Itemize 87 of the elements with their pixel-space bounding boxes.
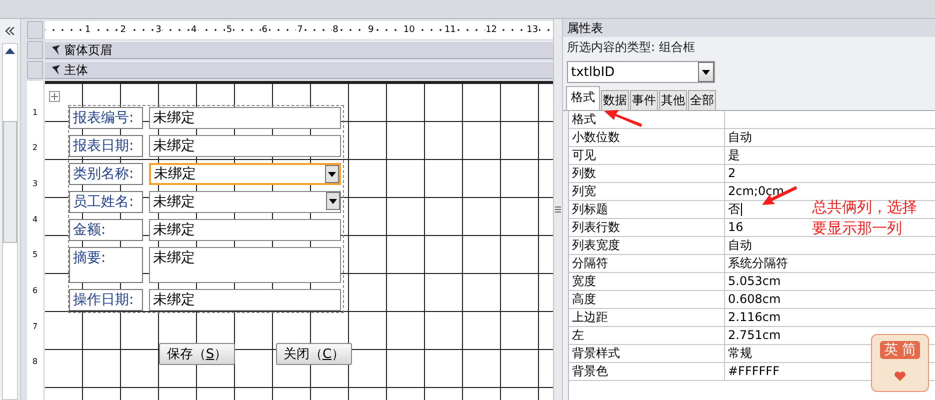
field-label: 金额: (69, 219, 143, 241)
section-header-bar[interactable]: 主体 (45, 61, 553, 79)
ruler-number: 1 (32, 108, 38, 118)
ruler-number: 3 (32, 179, 38, 190)
ruler-number: 8 (332, 25, 340, 35)
tab[interactable]: 数据 (601, 90, 629, 110)
combo-box[interactable]: 未绑定 (149, 191, 341, 213)
property-name: 列宽 (569, 183, 725, 200)
tab[interactable]: 全部 (688, 90, 716, 110)
text-box[interactable]: 未绑定 (149, 107, 341, 129)
ruler-number: 8 (32, 357, 38, 368)
command-button[interactable]: 关闭（C） (276, 343, 352, 365)
tab[interactable]: 事件 (630, 90, 658, 110)
field-label: 类别名称: (69, 163, 143, 185)
property-name: 列表行数 (569, 219, 725, 236)
property-name: 背景色 (569, 363, 725, 380)
property-value[interactable]: 系统分隔符 (728, 255, 788, 272)
scrollbar[interactable] (2, 43, 18, 400)
ruler-number: 10 (402, 25, 416, 35)
tab[interactable]: 格式 (566, 86, 600, 110)
property-value[interactable]: 16 (728, 219, 744, 236)
tab[interactable]: 其他 (659, 90, 687, 110)
selection-type-text: 所选内容的类型: 组合框 (566, 39, 696, 56)
property-value[interactable]: 2.116cm (728, 309, 781, 326)
ruler-number: 3 (154, 25, 162, 35)
object-dropdown[interactable]: txtlbID (567, 61, 715, 83)
ruler-number: 5 (225, 25, 234, 35)
dropdown-icon[interactable] (702, 70, 710, 74)
property-name: 左 (569, 327, 725, 344)
ruler-number: 2 (119, 25, 127, 35)
property-value[interactable]: 常规 (728, 345, 752, 362)
property-value[interactable]: 自动 (728, 237, 752, 254)
property-name: 上边距 (569, 309, 725, 326)
field-label: 摘要: (69, 247, 143, 283)
text-box[interactable]: 未绑定 (149, 135, 341, 157)
property-value[interactable]: 0.608cm (728, 291, 781, 308)
field-label: 报表编号: (69, 107, 143, 129)
property-name: 可见 (569, 147, 725, 164)
text-box[interactable]: 未绑定 (149, 219, 341, 241)
field-label: 员工姓名: (69, 191, 143, 213)
property-name: 高度 (569, 291, 725, 308)
ruler-number: 13 (526, 25, 540, 35)
field-label: 操作日期: (69, 289, 143, 311)
move-handle-icon[interactable] (49, 91, 60, 102)
property-name: 列表宽度 (569, 237, 725, 254)
property-name: 列标题 (569, 201, 725, 218)
ruler-number: 11 (443, 25, 457, 35)
property-value[interactable]: 自动 (728, 129, 752, 146)
scrollbar[interactable] (553, 19, 563, 400)
grip-icon[interactable] (555, 206, 561, 213)
property-name: 分隔符 (569, 255, 725, 272)
annotation-note: 总共俩列，选择要显示那一列 (812, 197, 918, 239)
ruler-number: 1 (84, 25, 92, 35)
ruler-number: 6 (32, 286, 38, 296)
command-button[interactable]: 保存（S） (159, 343, 235, 365)
annotation-arrow (604, 110, 642, 127)
text-box[interactable]: 未绑定 (149, 289, 341, 311)
dropdown-icon[interactable] (325, 165, 339, 183)
property-value[interactable]: 2 (728, 165, 736, 182)
field-label: 报表日期: (69, 135, 143, 157)
combo-box[interactable]: 未绑定 (149, 163, 341, 185)
property-name: 背景样式 (569, 345, 725, 362)
property-value[interactable]: 2.751cm (728, 327, 781, 344)
property-name: 宽度 (569, 273, 725, 290)
text-box[interactable]: 未绑定 (149, 247, 341, 283)
property-value[interactable]: 否 (728, 201, 740, 218)
heart-icon (894, 371, 906, 381)
panel-title: 属性表 (563, 19, 935, 37)
property-value[interactable]: 是 (728, 147, 740, 164)
ruler-number: 2 (32, 143, 38, 154)
property-value[interactable]: #FFFFFF (728, 363, 780, 380)
scroll-thumb[interactable] (3, 121, 17, 243)
ruler-number: 4 (32, 214, 38, 225)
scroll-up-icon[interactable] (4, 47, 16, 55)
ruler-number: 9 (366, 25, 375, 35)
property-value[interactable]: 2cm;0cm (728, 183, 784, 200)
dropdown-icon[interactable] (326, 192, 340, 210)
ruler-number: 7 (296, 25, 304, 35)
ruler-number: 4 (190, 25, 198, 35)
ruler-number: 6 (260, 25, 269, 35)
property-name: 小数位数 (569, 129, 725, 146)
ruler-number: 12 (484, 25, 498, 35)
property-name: 列数 (569, 165, 725, 182)
property-value[interactable]: 5.053cm (728, 273, 781, 290)
ruler-number: 7 (32, 322, 38, 332)
ruler-number: 5 (32, 250, 38, 260)
section-header-bar[interactable]: 窗体页眉 (45, 41, 553, 59)
